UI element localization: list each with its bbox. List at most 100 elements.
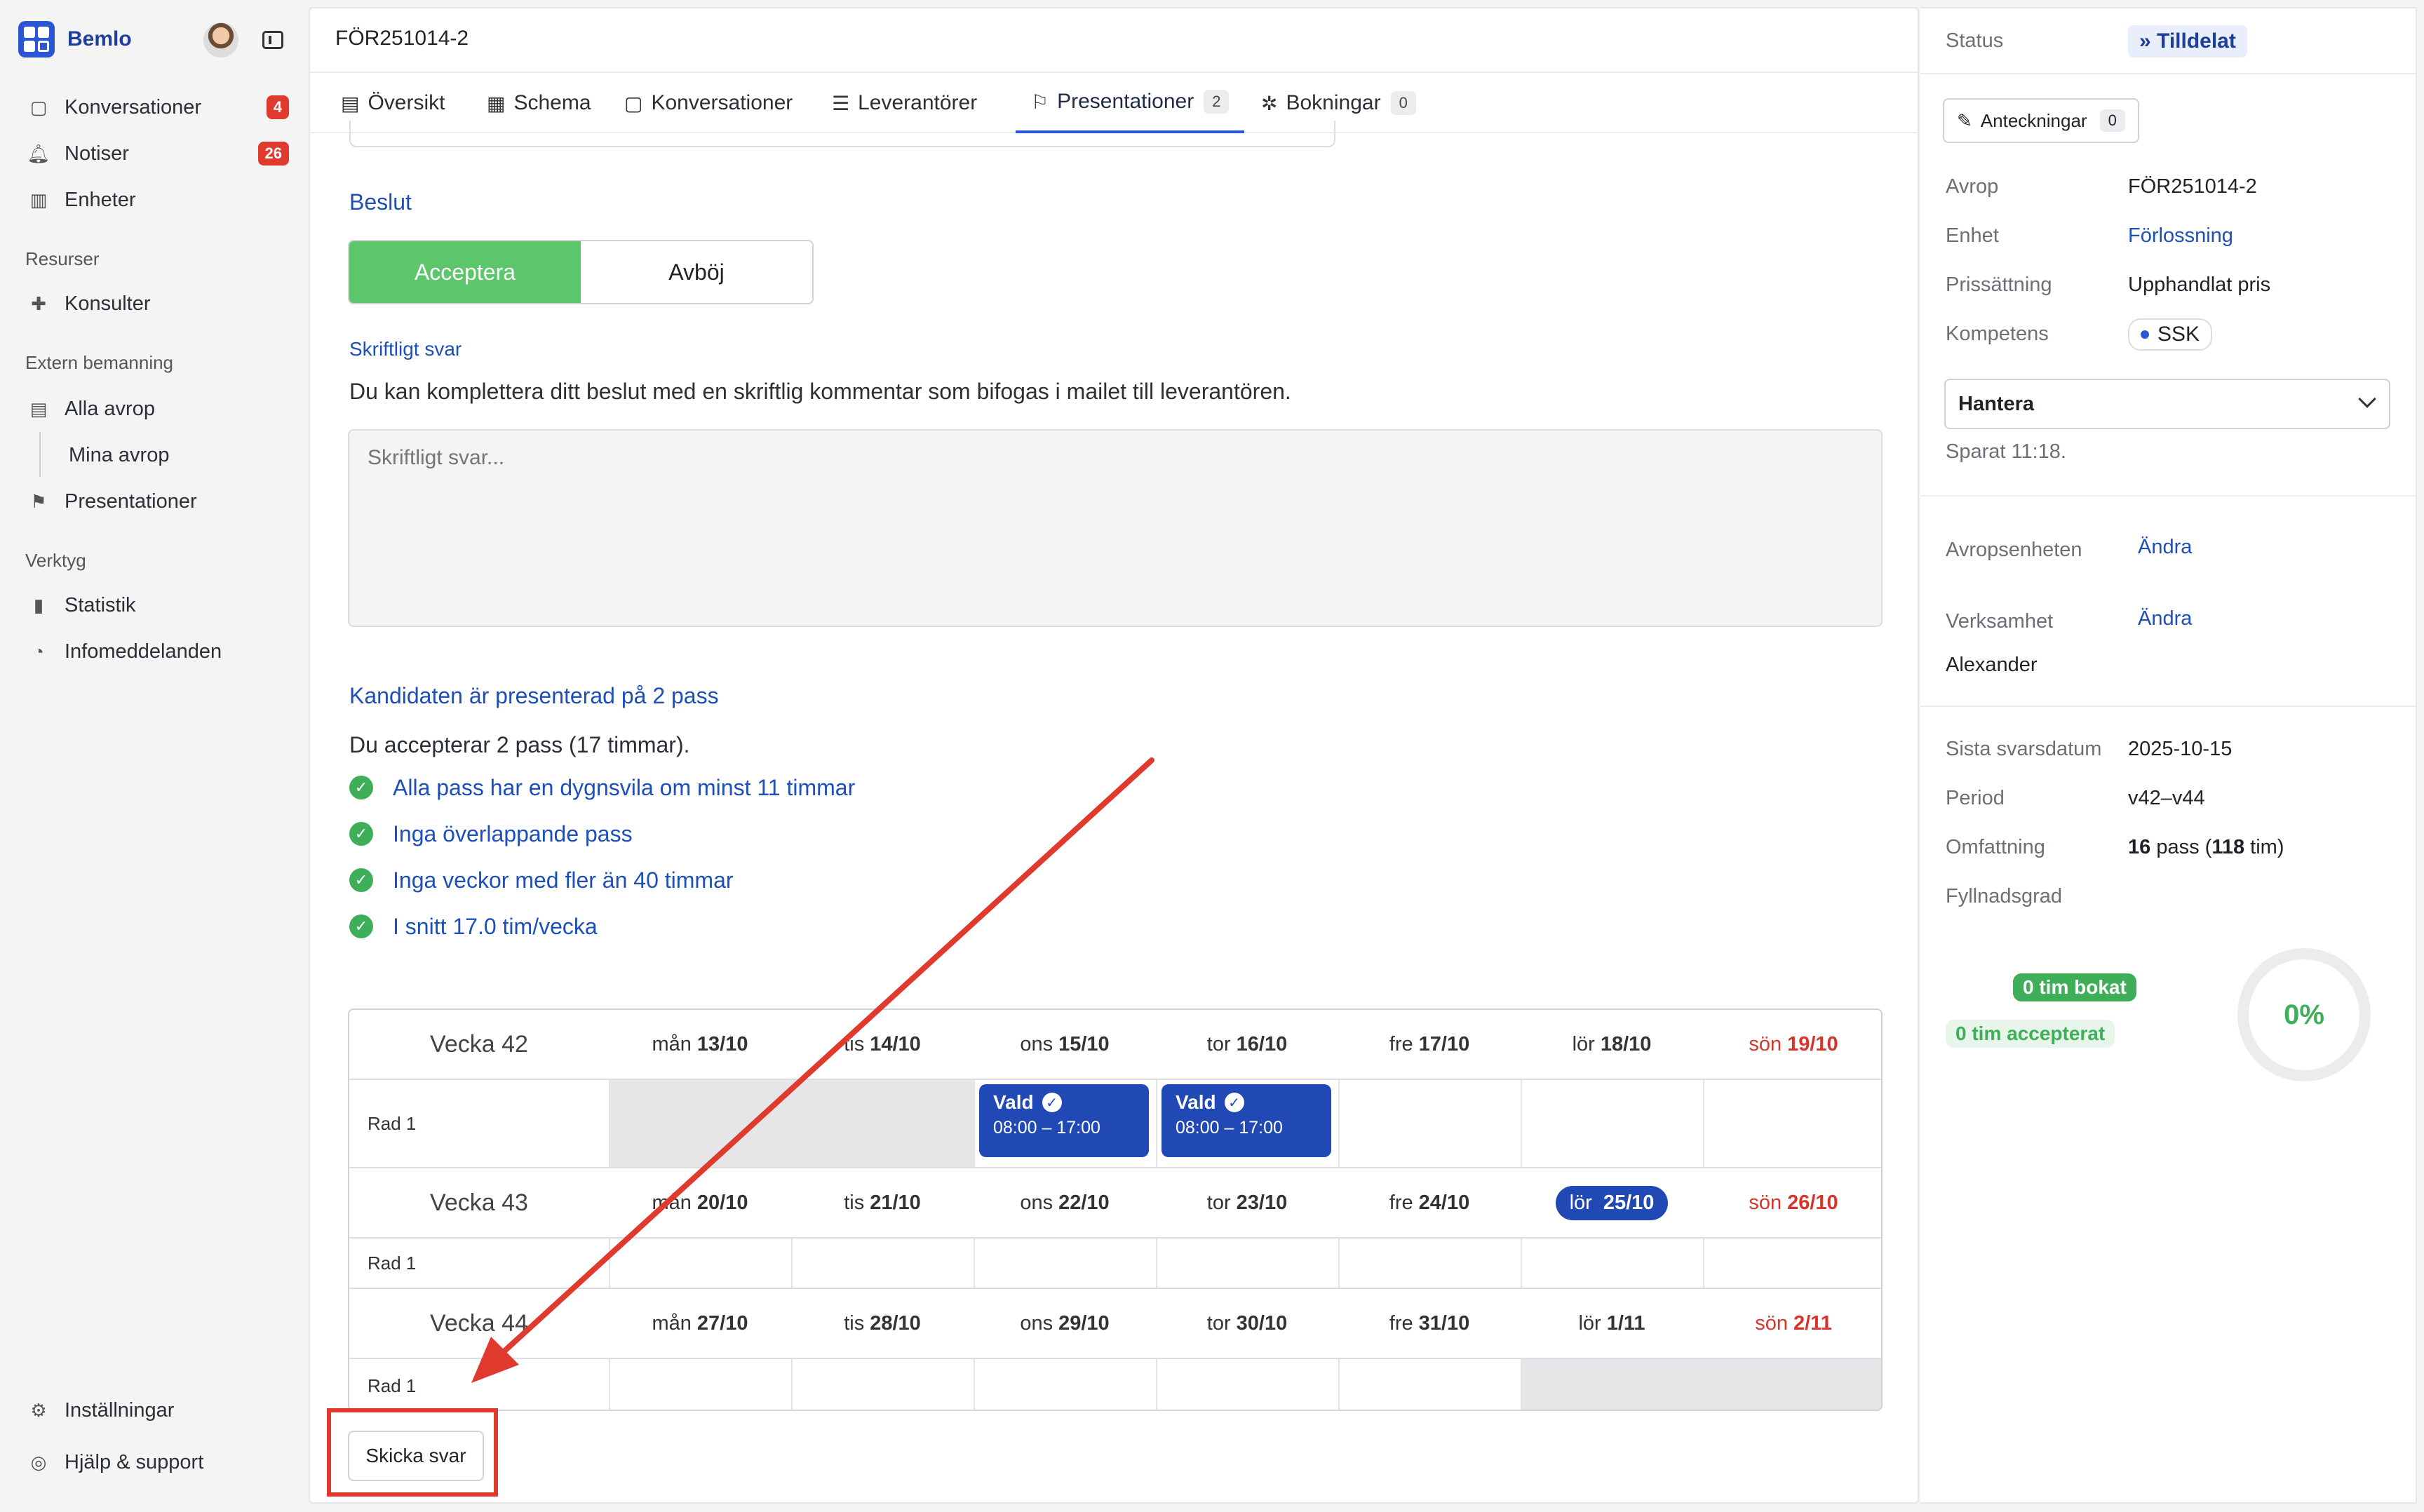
decision-heading: Beslut [349,189,412,215]
shift-cell[interactable] [791,1359,974,1410]
check-item: ✓ I snitt 17.0 tim/vecka [349,910,598,943]
day-header: ons 15/10 [1020,1032,1110,1055]
rss-icon: ◔ [33,640,44,662]
day-header: ons 29/10 [1020,1311,1110,1335]
unavailable-cell [1521,1359,1881,1410]
unit-link[interactable]: Förlossning [2128,224,2233,248]
competence-chip: SSK [2128,318,2213,351]
field-value: Upphandlat pris [2128,274,2271,296]
decline-button[interactable]: Avböj [581,241,812,303]
shift-cell[interactable] [974,1359,1156,1410]
schedule-row: Rad 1 [349,1359,1881,1410]
day-header: tor 23/10 [1206,1191,1288,1214]
brand[interactable]: Bemlo [18,20,132,59]
puzzle-icon: ✚ [31,292,46,314]
main-panel: FÖR251014-2 ▤ Översikt ▦ Schema ▢ Konver… [309,7,1919,1504]
candidate-heading: Kandidaten är presenterad på 2 pass [349,683,719,708]
day-header: fre 24/10 [1389,1191,1470,1214]
sidebar-item-label: Inställningar [65,1398,175,1422]
field-value: v42–v44 [2128,787,2205,809]
sidebar-item-konversationer[interactable]: ▢ Konversationer 4 [28,90,295,125]
day-header: lör 18/10 [1572,1032,1652,1055]
sidebar-item-label: Konversationer [65,95,202,119]
row-label: Rad 1 [368,1252,417,1274]
schedule-row: Rad 1 Vald ✓ 08:00 – 17:00 Vald ✓ 08:00 – … [349,1080,1881,1167]
shift-cell[interactable] [609,1359,791,1410]
sidebar-item-label: Enheter [65,188,136,211]
scope-value: 16 pass (118 tim) [2128,836,2284,858]
tab-label: Konversationer [651,91,793,114]
fill-rate-donut: 0% [2237,948,2371,1081]
week-header-row: Vecka 42 mån 13/10 tis 14/10 ons 15/10 tor 1… [349,1010,1881,1079]
tab-count: 2 [1204,90,1230,114]
sidebar-item-infomeddelanden[interactable]: ◔ Infomeddelanden [28,634,295,669]
week-header-row: Vecka 43 mån 20/10 tis 21/10 ons 22/10 tor 2… [349,1168,1881,1237]
saved-status: Sparat 11:18. [1946,440,2066,463]
user-avatar[interactable] [203,22,238,58]
tab-label: Bokningar [1286,91,1381,114]
shift-cell[interactable] [1156,1238,1338,1288]
sidebar-item-label: Mina avrop [69,443,170,466]
unread-badge: 4 [266,95,289,119]
help-icon: ◎ [30,1451,47,1473]
selected-shift[interactable]: Vald ✓ 08:00 – 17:00 [1162,1084,1331,1157]
section-extern-bemanning: Extern bemanning [25,352,174,373]
tab-label: Presentationer [1057,90,1194,113]
shift-cell[interactable] [1338,1238,1521,1288]
written-reply-input[interactable] [348,429,1883,627]
check-circle-icon: ✓ [349,868,373,892]
sidebar-item-installningar[interactable]: ⚙ Inställningar [28,1393,295,1428]
chat-icon: ▢ [29,96,48,118]
notes-count: 0 [2099,109,2125,132]
sidebar-item-notiser[interactable]: 🔔︎ Notiser 26 [27,136,295,171]
sidebar-item-label: Infomeddelanden [65,640,222,663]
accept-button[interactable]: Acceptera [349,241,581,303]
field-label: Sista svarsdatum [1946,738,2102,760]
gear-icon: ⚙ [30,1399,47,1421]
shift-cell[interactable] [1521,1080,1703,1167]
sidebar-item-statistik[interactable]: ▮ Statistik [28,588,295,623]
shift-cell[interactable] [974,1238,1156,1288]
shift-cell[interactable] [1703,1080,1881,1167]
field-label: Fyllnadsgrad [1946,885,2063,907]
day-header-today: lör 25/10 [1521,1168,1703,1237]
sidebar-item-hjalp[interactable]: ◎ Hjälp & support [28,1445,295,1480]
sidebar-toggle-icon[interactable] [262,31,283,49]
day-header-sunday: sön 19/10 [1749,1032,1838,1055]
sidebar-item-label: Notiser [65,142,129,165]
shift-cell[interactable] [1521,1238,1703,1288]
shift-cell[interactable] [609,1238,791,1288]
sidebar-item-enheter[interactable]: ▥ Enheter [28,182,295,217]
row-label: Rad 1 [368,1112,417,1134]
day-header-sunday: sön 26/10 [1749,1191,1838,1214]
field-label: Kompetens [1946,323,2049,345]
page-title: FÖR251014-2 [335,27,469,50]
field-label: Verksamhet [1946,610,2054,633]
sidebar-item-presentationer[interactable]: ⚑ Presentationer [28,484,295,519]
briefcase-icon: ▤ [341,92,360,114]
day-header: tis 14/10 [844,1032,921,1055]
field-label: Avropsenheten [1946,539,2082,561]
shift-cell[interactable] [1338,1359,1521,1410]
unavailable-cell [609,1080,974,1167]
sidebar-item-konsulter[interactable]: ✚ Konsulter [28,286,295,321]
tab-label: Översikt [368,91,445,114]
sidebar-item-alla-avrop[interactable]: ▤ Alla avrop [28,391,295,426]
day-header: tor 16/10 [1206,1032,1288,1055]
check-item: ✓ Inga veckor med fler än 40 timmar [349,864,734,896]
written-reply-label: Skriftligt svar [349,338,462,360]
shift-cell[interactable] [1703,1238,1881,1288]
sidebar-item-label: Presentationer [65,490,197,513]
shift-cell[interactable] [1338,1080,1521,1167]
shift-cell[interactable] [1156,1359,1338,1410]
change-org-link[interactable]: Ändra [2138,607,2192,630]
change-unit-link[interactable]: Ändra [2138,536,2192,559]
notes-button[interactable]: ✎ Anteckningar 0 [1943,98,2139,143]
shift-status: Vald [1176,1091,1216,1113]
sidebar-item-mina-avrop[interactable]: Mina avrop [69,438,335,473]
action-select[interactable]: Hantera [1944,379,2390,429]
selected-shift[interactable]: Vald ✓ 08:00 – 17:00 [979,1084,1149,1157]
shift-cell[interactable] [791,1238,974,1288]
day-header: mån 27/10 [652,1311,748,1335]
briefcase-icon: ▤ [29,398,48,419]
